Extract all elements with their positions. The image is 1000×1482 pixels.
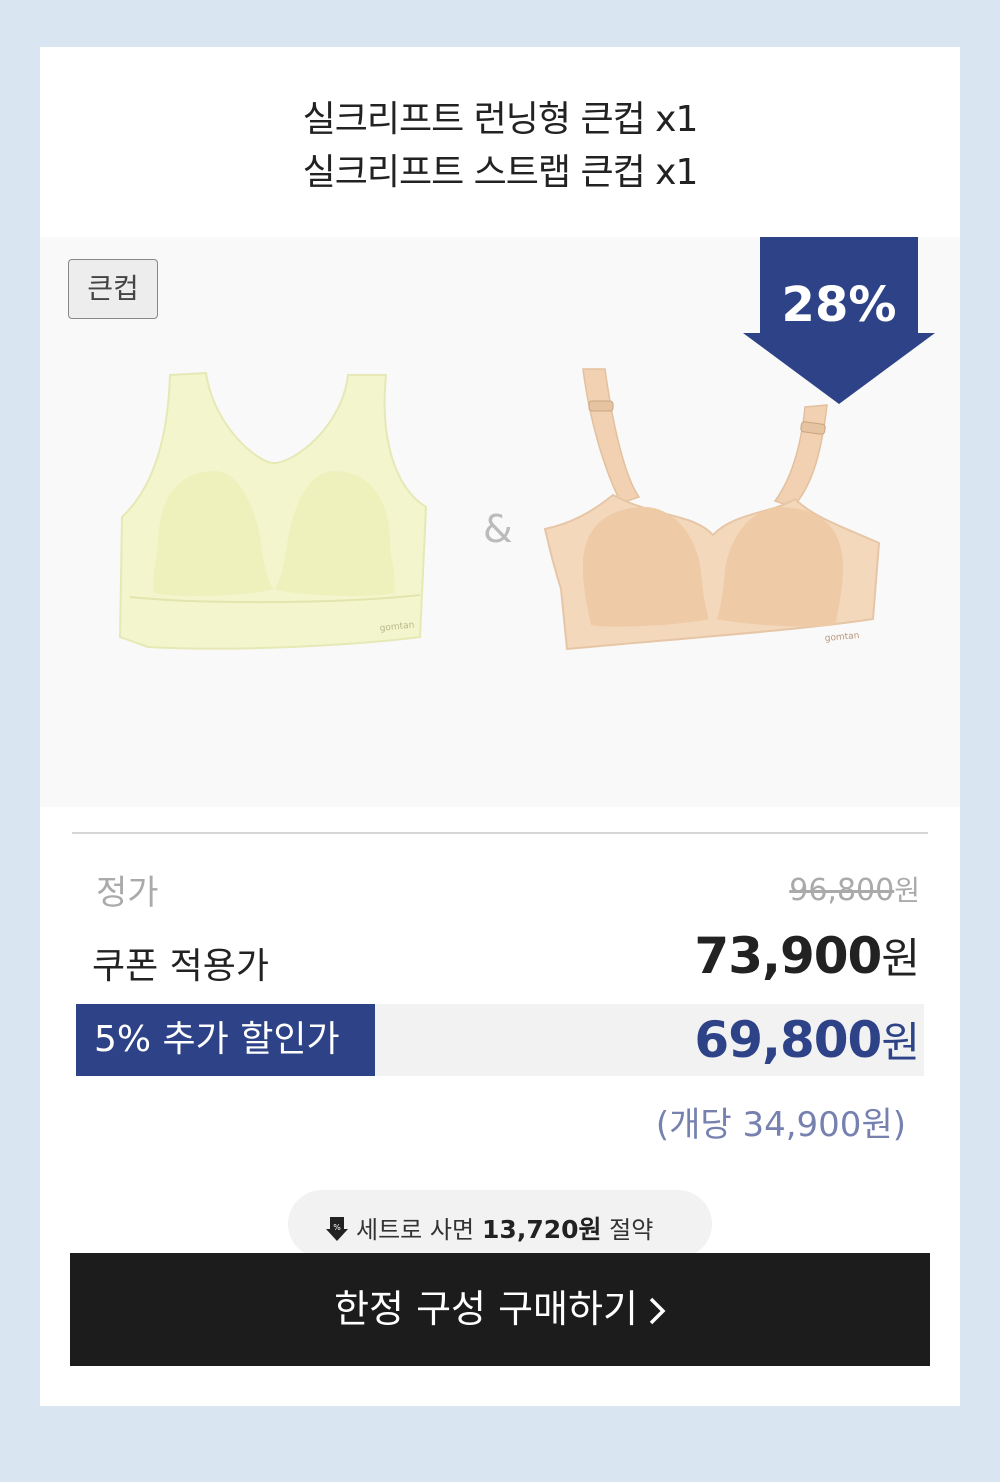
currency-unit: 원 bbox=[881, 934, 920, 983]
product-titles: 실크리프트 런닝형 큰컵 x1 실크리프트 스트랩 큰컵 x1 bbox=[40, 93, 960, 199]
strap-bra-image: gomtan bbox=[543, 368, 881, 651]
regular-price-label: 정가 bbox=[96, 873, 159, 913]
coupon-price: 73,900원 bbox=[694, 925, 920, 986]
regular-price-value: 96,800 bbox=[789, 873, 895, 908]
savings-suffix: 절약 bbox=[609, 1216, 654, 1244]
runner-top-image: gomtan bbox=[118, 371, 428, 650]
coupon-price-label: 쿠폰 적용가 bbox=[92, 946, 270, 987]
currency-unit: 원 bbox=[881, 1018, 920, 1067]
savings-prefix: 세트로 사면 bbox=[356, 1216, 475, 1244]
discount-arrow-icon: % bbox=[326, 1217, 348, 1241]
divider bbox=[72, 832, 928, 834]
discount-rate: 28% bbox=[781, 277, 897, 333]
regular-price: 96,800원 bbox=[789, 869, 920, 909]
brand-logo: gomtan bbox=[824, 631, 859, 644]
product-image-area: 큰컵 gomtan & gomtan 28% bbox=[40, 237, 960, 807]
savings-text: % 세트로 사면 13,720원 절약 bbox=[326, 1210, 653, 1246]
currency-unit: 원 bbox=[894, 874, 920, 907]
extra-discount-label: 5% 추가 할인가 bbox=[76, 1004, 375, 1076]
buy-button-label: 한정 구성 구매하기 bbox=[334, 1287, 638, 1331]
product-title-2: 실크리프트 스트랩 큰컵 x1 bbox=[302, 152, 699, 193]
size-tag: 큰컵 bbox=[68, 259, 158, 319]
buy-limited-set-button[interactable]: 한정 구성 구매하기 bbox=[70, 1253, 930, 1366]
svg-text:%: % bbox=[333, 1223, 341, 1232]
ampersand: & bbox=[483, 507, 513, 551]
coupon-price-value: 73,900 bbox=[694, 927, 882, 985]
extra-discount-price-value: 69,800 bbox=[694, 1011, 882, 1069]
product-title-1: 실크리프트 런닝형 큰컵 x1 bbox=[302, 99, 699, 140]
savings-amount: 13,720원 bbox=[482, 1215, 602, 1244]
product-card: 실크리프트 런닝형 큰컵 x1 실크리프트 스트랩 큰컵 x1 큰컵 gomta… bbox=[40, 47, 960, 1406]
per-unit-price: (개당 34,900원) bbox=[655, 1105, 906, 1145]
chevron-right-icon bbox=[649, 1297, 666, 1325]
extra-discount-price: 69,800원 bbox=[694, 1009, 920, 1070]
